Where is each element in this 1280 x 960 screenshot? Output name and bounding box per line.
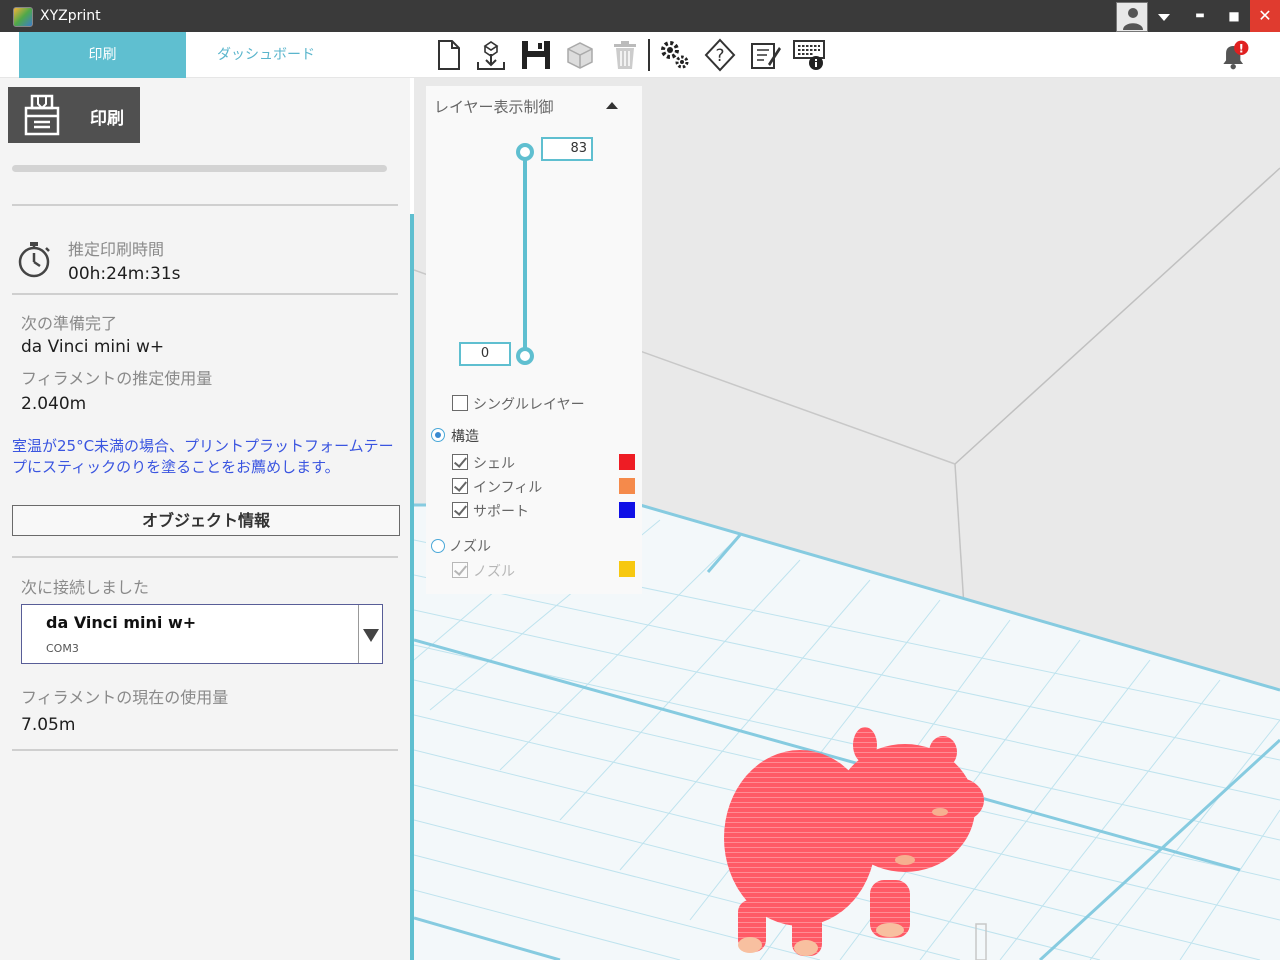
shell-label: シェル (473, 456, 515, 472)
ready-label: 次の準備完了 (21, 314, 118, 333)
infill-color-swatch (619, 478, 635, 494)
printer-select-dropdown[interactable]: da Vinci mini w+ COM3 (21, 604, 383, 664)
svg-text:?: ? (715, 46, 724, 66)
layer-range-slider[interactable] (523, 152, 527, 356)
close-button[interactable]: ✕ (1250, 0, 1280, 32)
platform-tape-note: 室温が25°C未満の場合、プリントプラットフォームテープにスティックのりを塗るこ… (12, 437, 394, 476)
help-icon[interactable]: ? (703, 38, 737, 72)
shell-checkbox[interactable] (452, 454, 468, 470)
divider (12, 556, 398, 558)
filament-current-label: フィラメントの現在の使用量 (21, 688, 229, 707)
nozzle-radio-label: ノズル (449, 539, 491, 555)
layer-bottom-value[interactable]: 0 (459, 342, 511, 366)
title-bar: XYZprint ▬ ■ ✕ (0, 0, 1280, 32)
user-account-icon[interactable] (1116, 2, 1148, 32)
layer-bottom-handle[interactable] (516, 347, 534, 365)
edit-icon[interactable] (748, 38, 782, 72)
app-logo-icon (13, 7, 33, 27)
trash-icon[interactable] (608, 38, 642, 72)
layer-top-value[interactable]: 83 (541, 137, 593, 161)
minimize-button[interactable]: ▬ (1186, 0, 1214, 32)
structure-radio[interactable] (431, 428, 445, 442)
print-progress-bar (12, 165, 387, 172)
shell-color-swatch (619, 454, 635, 470)
dropdown-arrow-icon[interactable] (358, 605, 382, 663)
estimated-time-label: 推定印刷時間 (68, 240, 165, 259)
estimated-time-value: 00h:24m:31s (68, 264, 181, 284)
print-button[interactable]: 印刷 (8, 87, 140, 143)
user-menu-chevron-down-icon[interactable] (1152, 0, 1176, 32)
object-info-button[interactable]: オブジェクト情報 (12, 505, 400, 536)
printer-port: COM3 (46, 642, 79, 655)
import-icon[interactable] (474, 38, 508, 72)
filament-current-value: 7.05m (21, 715, 76, 735)
nozzle-color-swatch (619, 561, 635, 577)
layer-display-panel: レイヤー表示制御 83 0 シングルレイヤー 構造 シェル インフィル サポート… (426, 86, 642, 594)
support-color-swatch (619, 502, 635, 518)
divider (12, 293, 398, 295)
nozzle-checkbox[interactable] (452, 562, 468, 578)
save-icon[interactable] (519, 38, 553, 72)
window-title: XYZprint (40, 8, 101, 24)
tab-print[interactable]: 印刷 (19, 32, 186, 78)
nozzle-check-label: ノズル (473, 564, 515, 580)
layer-panel-title: レイヤー表示制御 (434, 98, 554, 116)
print-side-panel: 印刷 推定印刷時間 00h:24m:31s 次の準備完了 da Vinci mi… (0, 78, 410, 960)
support-label: サポート (473, 504, 529, 520)
toolbar-divider (648, 39, 650, 71)
notification-badge: ! (1239, 41, 1244, 55)
notification-bell-icon[interactable]: ! (1218, 38, 1256, 72)
printer-name: da Vinci mini w+ (46, 613, 197, 632)
object-box-icon[interactable] (563, 38, 597, 72)
divider (12, 749, 398, 751)
infill-label: インフィル (473, 480, 543, 496)
ready-printer-value: da Vinci mini w+ (21, 337, 165, 357)
tab-dashboard[interactable]: ダッシュボード (186, 32, 346, 78)
collapse-caret-icon[interactable] (606, 102, 618, 109)
single-layer-label: シングルレイヤー (473, 397, 585, 413)
new-file-icon[interactable] (431, 38, 465, 72)
printer-icon (24, 94, 60, 136)
support-checkbox[interactable] (452, 502, 468, 518)
structure-label: 構造 (451, 429, 479, 445)
print-button-label: 印刷 (90, 109, 124, 129)
single-layer-checkbox[interactable] (452, 395, 468, 411)
nozzle-radio[interactable] (431, 539, 445, 553)
settings-icon[interactable] (658, 38, 692, 72)
filament-estimate-label: フィラメントの推定使用量 (21, 369, 213, 388)
filament-estimate-value: 2.040m (21, 394, 87, 414)
connected-label: 次に接続しました (21, 578, 150, 597)
infill-checkbox[interactable] (452, 478, 468, 494)
layer-top-handle[interactable] (516, 143, 534, 161)
keyboard-info-icon[interactable] (792, 38, 826, 72)
maximize-button[interactable]: ■ (1220, 0, 1248, 32)
divider (12, 204, 398, 206)
stopwatch-icon (16, 240, 52, 284)
